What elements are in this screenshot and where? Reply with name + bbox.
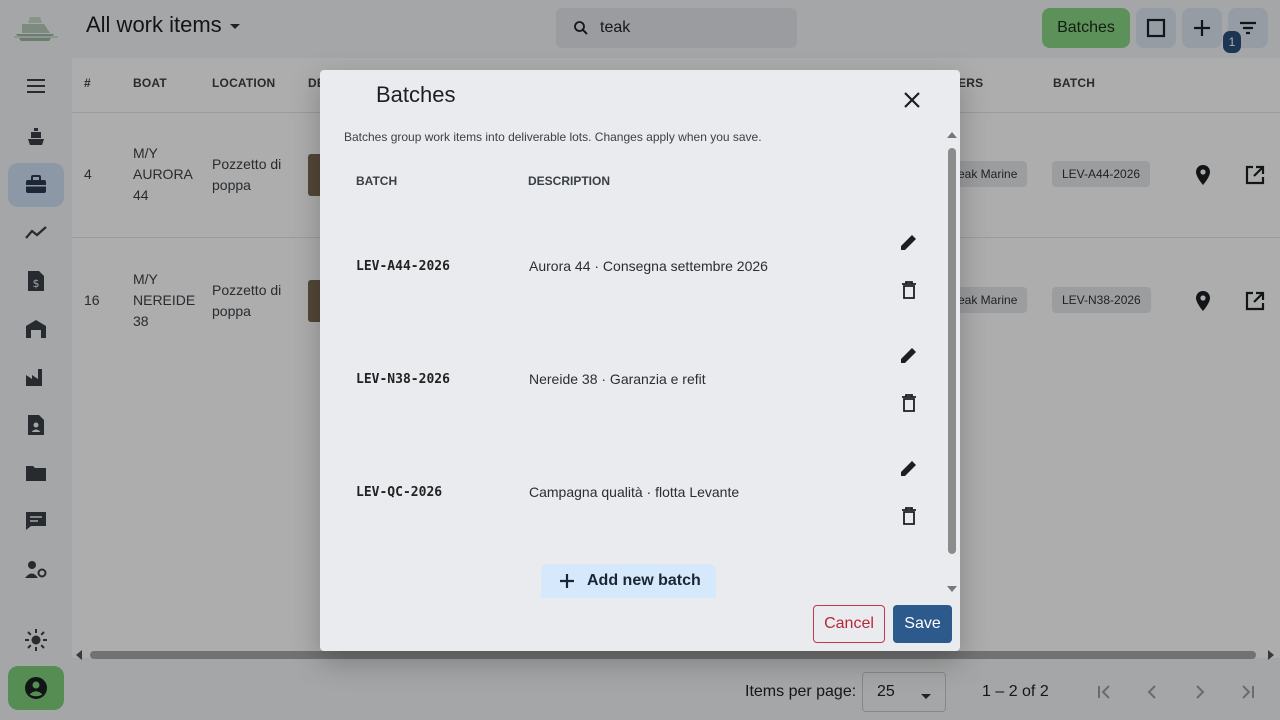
batch-code: LEV-QC-2026 (356, 485, 443, 500)
batch-code: LEV-A44-2026 (356, 259, 450, 274)
trash-icon (902, 394, 916, 412)
trash-icon (902, 281, 916, 299)
column-header-description: DESCRIPTION (528, 174, 611, 188)
delete-batch-button[interactable] (894, 501, 924, 531)
save-button[interactable]: Save (893, 605, 952, 643)
edit-batch-button[interactable] (894, 453, 924, 483)
batch-code: LEV-N38-2026 (356, 372, 450, 387)
close-icon (904, 92, 920, 108)
dialog-scrollbar[interactable] (948, 148, 956, 554)
delete-batch-button[interactable] (894, 275, 924, 305)
edit-batch-button[interactable] (894, 340, 924, 370)
batch-description: Campagna qualità · flotta Levante (529, 484, 740, 500)
scroll-down-arrow-icon[interactable] (947, 585, 957, 593)
add-new-batch-label: Add new batch (587, 572, 701, 589)
dialog-description: Batches group work items into deliverabl… (344, 130, 762, 144)
scroll-up-arrow-icon[interactable] (947, 131, 957, 139)
pencil-icon (901, 461, 916, 476)
trash-icon (902, 507, 916, 525)
batch-description: Aurora 44 · Consegna settembre 2026 (529, 258, 768, 274)
plus-icon (560, 574, 574, 588)
batch-description: Nereide 38 · Garanzia e refit (529, 371, 706, 387)
close-button[interactable] (894, 82, 930, 118)
dialog-title: Batches (376, 82, 456, 107)
pencil-icon (901, 348, 916, 363)
cancel-button[interactable]: Cancel (813, 605, 885, 643)
add-new-batch-button[interactable]: Add new batch (541, 564, 716, 598)
delete-batch-button[interactable] (894, 388, 924, 418)
edit-batch-button[interactable] (894, 227, 924, 257)
pencil-icon (901, 235, 916, 250)
column-header-batch: BATCH (356, 174, 398, 188)
batches-dialog: Batches Batches group work items into de… (320, 70, 960, 651)
